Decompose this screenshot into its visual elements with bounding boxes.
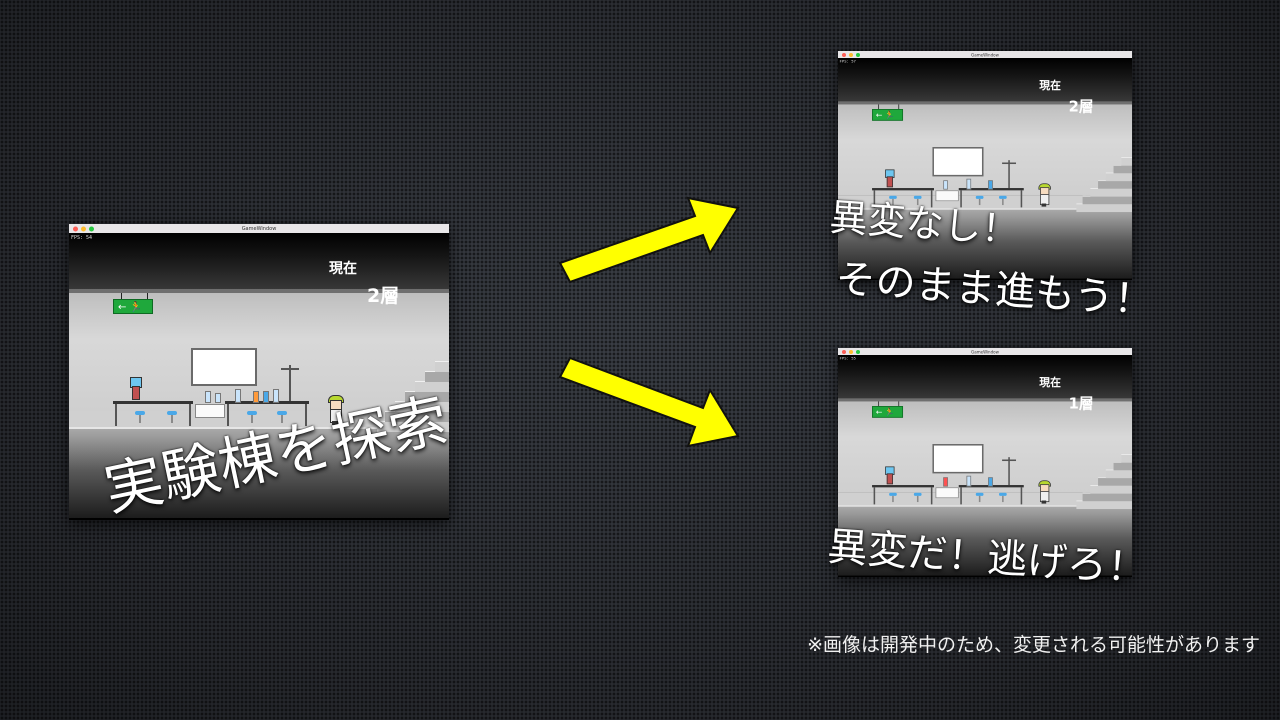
emergency-exit-icon: ← 🏃 (872, 406, 904, 418)
arrow-right-icon (558, 196, 740, 284)
lab-bench (113, 401, 193, 404)
fps-counter: FPS: 57 (839, 59, 856, 65)
player-character (1038, 480, 1051, 504)
player-character (1038, 183, 1051, 207)
whiteboard (191, 348, 257, 386)
fps-counter: FPS: 55 (839, 356, 856, 362)
window-title: GameWindow (971, 52, 999, 57)
development-note: ※画像は開発中のため、変更される可能性があります (807, 634, 1260, 656)
robot-figure (884, 466, 895, 485)
robot-figure (129, 377, 142, 400)
emergency-exit-icon: ← 🏃 (113, 299, 153, 314)
floor-indicator: 2層 (367, 285, 400, 307)
location-label: 現在 (1039, 79, 1061, 93)
emergency-exit-icon: ← 🏃 (872, 109, 904, 121)
window-title: GameWindow (971, 349, 999, 354)
window-title: GameWindow (241, 225, 277, 232)
sink (195, 404, 225, 418)
floor-indicator: 1層 (1068, 395, 1094, 413)
floor-indicator: 2層 (1068, 98, 1094, 116)
location-label: 現在 (329, 261, 357, 277)
robot-figure (884, 169, 895, 188)
whiteboard (932, 147, 984, 177)
fps-counter: FPS: 54 (71, 235, 93, 241)
arrow-right-icon (558, 356, 740, 448)
whiteboard (932, 444, 984, 474)
location-label: 現在 (1039, 376, 1061, 390)
